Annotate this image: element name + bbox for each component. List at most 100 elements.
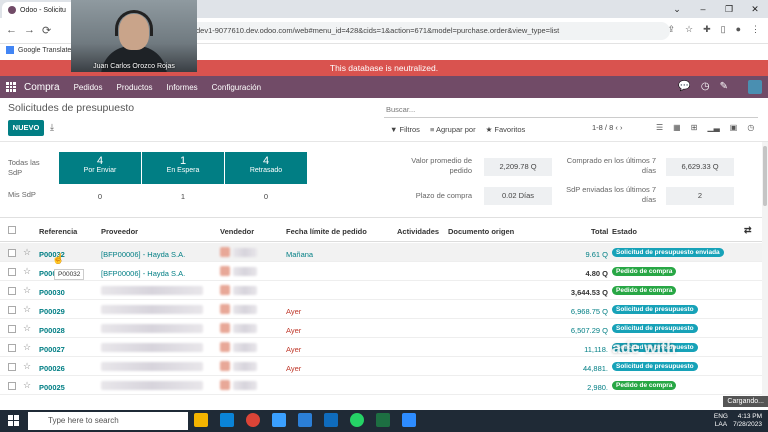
language-indicator[interactable]: ENG LAA [714, 413, 728, 429]
row-reference[interactable]: P00028 [39, 326, 65, 335]
row-reference[interactable]: P00027 [39, 345, 65, 354]
pager-value[interactable]: 1-8 / 8 [592, 123, 613, 132]
download-icon[interactable]: ⤓ [50, 122, 54, 133]
file-explorer-icon[interactable] [194, 413, 208, 427]
row-checkbox[interactable] [8, 382, 16, 390]
priority-star-icon[interactable]: ☆ [23, 304, 31, 315]
priority-star-icon[interactable]: ☆ [23, 285, 31, 296]
activity-clock-icon[interactable]: ◷ [701, 81, 710, 92]
priority-star-icon[interactable]: ☆ [23, 247, 31, 258]
table-row[interactable]: ☆ P00025 2,980. Pedido de compra [0, 376, 768, 395]
row-checkbox[interactable] [8, 249, 16, 257]
bookmark-star-icon[interactable]: ☆ [685, 24, 693, 35]
priority-star-icon[interactable]: ☆ [23, 266, 31, 277]
vscode-icon[interactable] [298, 413, 312, 427]
row-checkbox[interactable] [8, 325, 16, 333]
row-checkbox[interactable] [8, 344, 16, 352]
priority-star-icon[interactable]: ☆ [23, 342, 31, 353]
minimize-icon[interactable]: – [690, 0, 716, 18]
pivot-view-icon[interactable]: ⊞ [691, 123, 698, 132]
close-icon[interactable]: ✕ [742, 0, 768, 18]
my-en-espera[interactable]: 1 [142, 192, 224, 201]
row-checkbox[interactable] [8, 306, 16, 314]
zoom-icon[interactable] [402, 413, 416, 427]
url-field[interactable]: dev1-9077610.dev.odoo.com/web#menu_id=42… [170, 22, 670, 40]
list-view-icon[interactable]: ☰ [656, 123, 663, 132]
tile-retrasado[interactable]: 4 Retrasado [225, 152, 307, 184]
browser-edge-icon[interactable] [324, 413, 338, 427]
col-total[interactable]: Total [591, 227, 608, 236]
table-row[interactable]: ☆ P00032 [BFP00006] - Hayda S.A. Mañana 9.61… [0, 243, 768, 262]
snip-tool-icon[interactable] [272, 413, 286, 427]
tile-en-espera[interactable]: 1 En Espera [142, 152, 224, 184]
graph-view-icon[interactable]: ▁▃ [707, 123, 719, 132]
kanban-view-icon[interactable]: ▦ [673, 123, 681, 132]
collapse-icon[interactable]: ⌄ [664, 0, 690, 18]
profile-icon[interactable]: ● [736, 24, 741, 35]
optional-columns-icon[interactable]: ⇄ [744, 225, 752, 236]
priority-star-icon[interactable]: ☆ [23, 361, 31, 372]
pager-next-icon[interactable]: › [620, 123, 623, 132]
bookmark-google-translate[interactable]: Google Translate [18, 47, 71, 54]
select-all-checkbox[interactable] [8, 226, 16, 234]
chrome-icon[interactable] [246, 413, 260, 427]
row-checkbox[interactable] [8, 268, 16, 276]
windows-start-icon[interactable] [8, 415, 19, 426]
search-input[interactable]: Buscar... [384, 102, 758, 118]
row-reference[interactable]: P00025 [39, 383, 65, 392]
priority-star-icon[interactable]: ☆ [23, 380, 31, 391]
share-icon[interactable]: ⇪ [667, 24, 675, 35]
row-total: 2,980. [587, 383, 608, 392]
my-por-enviar[interactable]: 0 [59, 192, 141, 201]
group-by-button[interactable]: ≡ Agrupar por [430, 125, 476, 134]
vertical-scrollbar[interactable] [762, 142, 768, 404]
maximize-icon[interactable]: ❐ [716, 0, 742, 18]
apps-menu-icon[interactable] [6, 82, 16, 92]
reload-icon[interactable]: ⟳ [42, 24, 51, 37]
taskbar-search-input[interactable]: Type here to search [28, 412, 188, 430]
menu-informes[interactable]: Informes [167, 83, 198, 92]
row-checkbox[interactable] [8, 287, 16, 295]
table-row[interactable]: ☆ P00029 Ayer 6,968.75 Q Solicitud de presup… [0, 300, 768, 319]
row-reference[interactable]: P00026 [39, 364, 65, 373]
tile-por-enviar[interactable]: 4 Por Enviar [59, 152, 141, 184]
col-vendedor[interactable]: Vendedor [220, 227, 254, 236]
sidebar-icon[interactable]: ▯ [721, 24, 726, 35]
row-reference[interactable]: P00030 [39, 288, 65, 297]
col-estado[interactable]: Estado [612, 227, 637, 236]
browser-tab[interactable]: Odoo - Solicitu [2, 2, 82, 18]
app-name[interactable]: Compra [24, 82, 60, 93]
col-documento-origen[interactable]: Documento origen [448, 227, 514, 236]
table-row[interactable]: ☆ P00028 Ayer 6,507.29 Q Solicitud de presup… [0, 319, 768, 338]
col-fecha-limite[interactable]: Fecha límite de pedido [286, 227, 367, 236]
excel-icon[interactable] [376, 413, 390, 427]
table-row[interactable]: ☆ P00026 Ayer 44,881. Solicitud de presupues… [0, 357, 768, 376]
col-referencia[interactable]: Referencia [39, 227, 77, 236]
taskbar-clock[interactable]: 4:13 PM 7/28/2023 [733, 413, 762, 429]
back-icon[interactable]: ← [6, 24, 17, 36]
my-retrasado[interactable]: 0 [225, 192, 307, 201]
chat-icon[interactable]: 💬 [678, 81, 690, 92]
extensions-icon[interactable]: ✚ [703, 24, 711, 35]
whatsapp-icon[interactable] [350, 413, 364, 427]
table-row[interactable]: ☆ P0003 [BFP00006] - Hayda S.A. 4.80 Q Pedid… [0, 262, 768, 281]
calendar-view-icon[interactable]: ▣ [730, 123, 738, 132]
filters-button[interactable]: ▼ Filtros [390, 125, 420, 134]
menu-pedidos[interactable]: Pedidos [74, 83, 103, 92]
activity-view-icon[interactable]: ◷ [747, 123, 754, 132]
row-reference[interactable]: P00029 [39, 307, 65, 316]
row-checkbox[interactable] [8, 363, 16, 371]
avatar[interactable] [748, 80, 762, 94]
new-button[interactable]: NUEVO [8, 120, 44, 136]
table-row[interactable]: ☆ P00030 3,644.53 Q Pedido de compra [0, 281, 768, 300]
forward-icon[interactable]: → [24, 24, 35, 36]
menu-productos[interactable]: Productos [117, 83, 153, 92]
browser-menu-icon[interactable]: ⋮ [751, 24, 760, 35]
col-proveedor[interactable]: Proveedor [101, 227, 138, 236]
debug-icon[interactable]: ✎ [720, 81, 728, 92]
favorites-button[interactable]: ★ Favoritos [486, 125, 526, 134]
mail-icon[interactable] [220, 413, 234, 427]
priority-star-icon[interactable]: ☆ [23, 323, 31, 334]
col-actividades[interactable]: Actividades [397, 227, 439, 236]
menu-configuracion[interactable]: Configuración [212, 83, 261, 92]
